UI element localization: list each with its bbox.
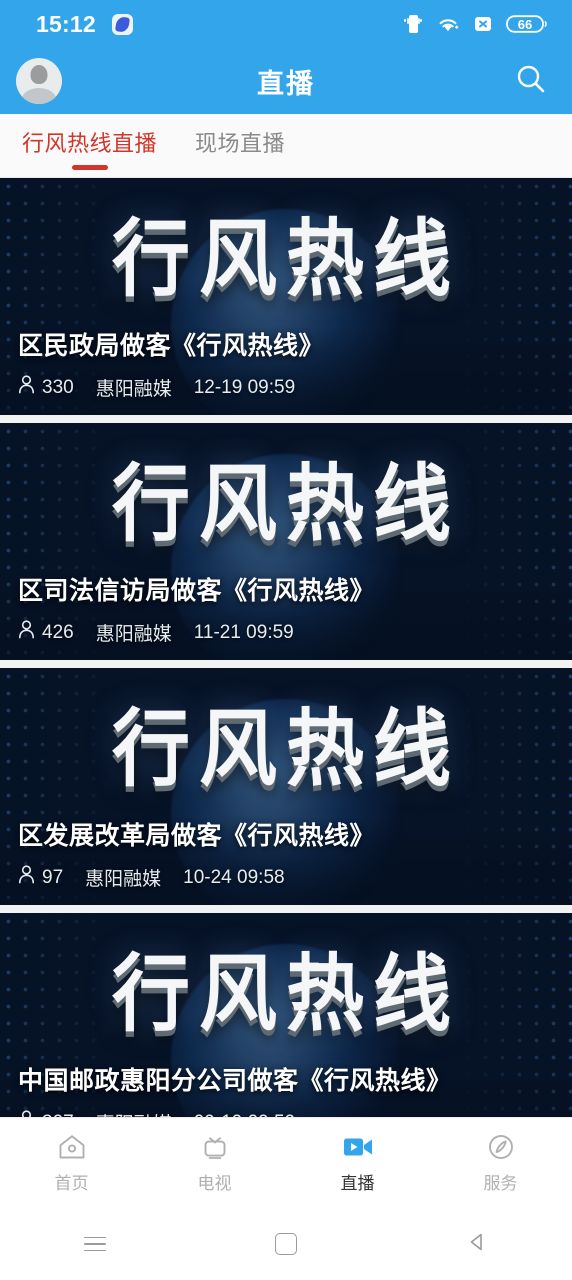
card-source: 惠阳融媒 [85,869,162,890]
menu-icon [84,1232,107,1257]
card-title: 区发展改革局做客《行风热线》 [18,822,376,850]
card-title: 中国邮政惠阳分公司做客《行风热线》 [18,1067,452,1095]
card-title: 区司法信访局做客《行风热线》 [18,577,376,605]
no-sim-icon [472,14,494,34]
status-bar: 15:12 66 [0,0,572,48]
nav-label: 直播 [340,1174,375,1193]
card-source: 惠阳融媒 [95,624,172,645]
thumbnail-headline: 行风热线 [111,211,460,309]
battery-level: 66 [517,16,533,32]
card-info-overlay: 区发展改革局做客《行风热线》 97 惠阳融媒 10-24 09:58 [0,816,572,905]
card-time: 11-21 09:59 [193,621,294,643]
thumbnail-headline: 行风热线 [111,456,460,554]
back-triangle-icon [465,1230,489,1259]
list-item[interactable]: 行风热线 区司法信访局做客《行风热线》 426 惠阳融媒 11-21 09:59 [0,423,572,660]
viewer-count: 97 [18,865,63,890]
person-icon [18,620,35,645]
nav-label: 首页 [54,1174,89,1193]
compass-icon [485,1132,517,1162]
viewer-count-value: 97 [42,866,64,888]
viewer-count: 426 [18,620,74,645]
status-bar-right: 66 [402,13,550,35]
card-meta: 330 惠阳融媒 12-19 09:59 [18,374,572,401]
person-icon [18,375,35,400]
thumbnail-headline: 行风热线 [111,946,460,1044]
search-button[interactable] [510,60,552,102]
live-stream-list: 行风热线 区民政局做客《行风热线》 330 惠阳融媒 12-19 09:59 行… [0,178,572,1150]
status-time: 15:12 [36,10,96,37]
search-icon [514,62,548,101]
nav-item-home[interactable]: 首页 [0,1132,143,1194]
viewer-count: 330 [18,375,74,400]
vibrate-icon [402,13,424,35]
viewer-count-value: 330 [42,376,74,398]
app-root: 15:12 66 直播 行风热线直播 现场直播 行风热线 区民政局做客《行风热线… [0,0,572,1280]
list-item[interactable]: 行风热线 区民政局做客《行风热线》 330 惠阳融媒 12-19 09:59 [0,178,572,415]
tv-icon [199,1132,231,1162]
person-icon [18,865,35,890]
system-navigation-bar [0,1208,572,1280]
card-info-overlay: 区民政局做客《行风热线》 330 惠阳融媒 12-19 09:59 [0,326,572,415]
system-menu-button[interactable] [0,1232,191,1257]
card-time: 12-19 09:59 [193,376,296,398]
tab-onsite-live[interactable]: 现场直播 [195,126,285,168]
viewer-count-value: 426 [42,621,74,643]
tab-label: 现场直播 [195,131,286,156]
nav-item-tv[interactable]: 电视 [143,1132,286,1194]
app-badge-icon [111,13,133,35]
nav-item-service[interactable]: 服务 [429,1132,572,1194]
page-title: 直播 [257,68,315,99]
nav-label: 电视 [197,1174,232,1193]
category-tab-bar: 行风热线直播 现场直播 [0,114,572,178]
card-meta: 97 惠阳融媒 10-24 09:58 [18,864,572,891]
tab-active-indicator [71,165,108,170]
user-avatar[interactable] [16,58,62,104]
system-back-button[interactable] [381,1230,572,1259]
bottom-navigation-bar: 首页 电视 直播 服务 [0,1117,572,1208]
home-square-icon [275,1233,297,1255]
card-source: 惠阳融媒 [95,379,172,400]
tab-hotline-live[interactable]: 行风热线直播 [22,126,158,170]
nav-item-live[interactable]: 直播 [286,1132,429,1194]
thumbnail-headline: 行风热线 [111,701,460,799]
live-video-icon [342,1132,374,1162]
app-header: 直播 [0,48,572,114]
system-home-button[interactable] [191,1233,382,1255]
home-icon [56,1132,88,1162]
card-title: 区民政局做客《行风热线》 [18,332,325,360]
wifi-icon [436,14,460,34]
card-time: 10-24 09:58 [183,866,285,888]
card-meta: 426 惠阳融媒 11-21 09:59 [18,619,572,646]
card-info-overlay: 区司法信访局做客《行风热线》 426 惠阳融媒 11-21 09:59 [0,571,572,660]
battery-icon: 66 [506,13,550,35]
tab-label: 行风热线直播 [22,131,158,156]
nav-label: 服务 [483,1174,518,1193]
list-item[interactable]: 行风热线 中国邮政惠阳分公司做客《行风热线》 307 惠阳融媒 [0,913,572,1150]
list-item[interactable]: 行风热线 区发展改革局做客《行风热线》 97 惠阳融媒 10-24 09:58 [0,668,572,905]
status-bar-left: 15:12 [36,11,133,38]
